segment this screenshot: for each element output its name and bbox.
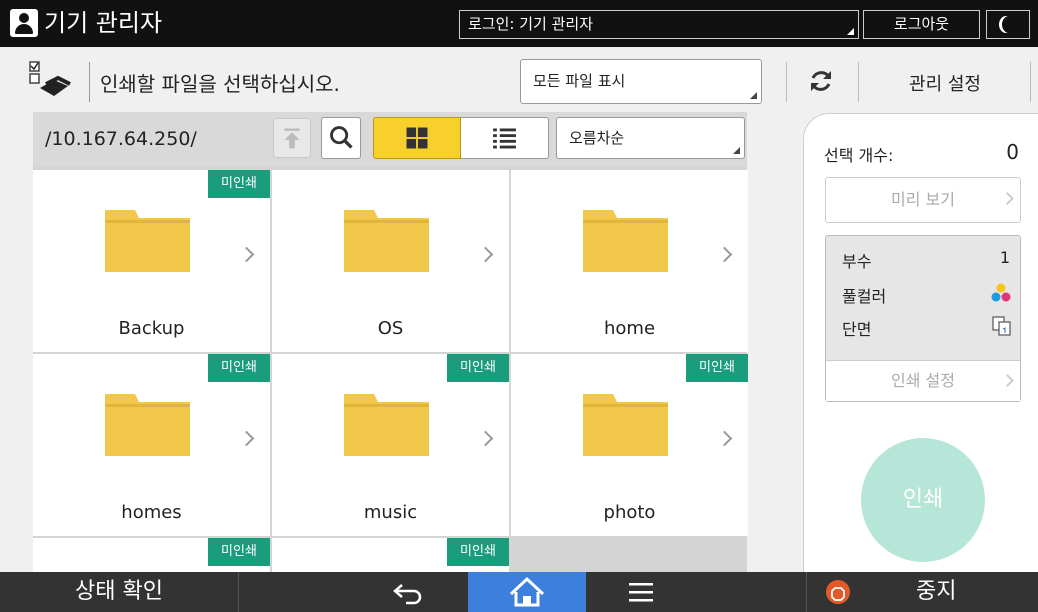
dropdown-corner-icon xyxy=(847,28,854,35)
chevron-right-icon xyxy=(1001,374,1014,387)
selected-count-value: 0 xyxy=(1006,140,1019,164)
header-divider xyxy=(786,62,787,102)
folder-tile[interactable]: 미인쇄 xyxy=(272,538,509,574)
file-filter-value: 모든 파일 표시 xyxy=(533,72,626,90)
folder-tile[interactable]: OS xyxy=(272,170,509,352)
chevron-right-icon[interactable] xyxy=(716,246,733,263)
duplex-label: 단면 xyxy=(842,320,872,339)
unprinted-badge: 미인쇄 xyxy=(686,354,748,382)
bottom-divider xyxy=(238,572,239,612)
unprinted-badge: 미인쇄 xyxy=(208,538,270,566)
bottom-bar: 상태 확인 중지 xyxy=(0,572,1038,612)
stop-icon xyxy=(826,580,850,604)
folder-icon xyxy=(105,206,190,272)
dropdown-corner-icon xyxy=(750,92,757,99)
grid-view-button[interactable] xyxy=(373,117,461,159)
sort-order-value: 오름차순 xyxy=(569,129,625,147)
night-mode-button[interactable] xyxy=(986,10,1030,39)
top-bar: 기기 관리자 로그인: 기기 관리자 로그아웃 xyxy=(0,0,1038,47)
chevron-right-icon[interactable] xyxy=(716,430,733,447)
print-file-app-icon xyxy=(29,61,71,96)
color-mode-label: 풀컬러 xyxy=(842,287,887,306)
stop-button[interactable]: 중지 xyxy=(806,572,1038,612)
print-button[interactable]: 인쇄 xyxy=(861,438,985,562)
header-divider xyxy=(89,62,90,102)
unprinted-badge: 미인쇄 xyxy=(208,354,270,382)
folder-icon xyxy=(105,390,190,456)
folder-tile[interactable]: 미인쇄 photo xyxy=(511,354,748,536)
selected-count-label: 선택 개수: xyxy=(824,146,894,165)
folder-tile[interactable]: 미인쇄 homes xyxy=(33,354,270,536)
unprinted-badge: 미인쇄 xyxy=(208,170,270,198)
status-check-button[interactable]: 상태 확인 xyxy=(0,572,238,612)
folder-tile[interactable]: 미인쇄 music xyxy=(272,354,509,536)
folder-name: Backup xyxy=(118,318,185,339)
print-side-panel: 선택 개수: 0 미리 보기 부수 1 풀컬러 단면 인쇄 설정 인쇄 xyxy=(803,113,1038,583)
full-color-icon xyxy=(991,283,1011,302)
single-sided-icon xyxy=(992,316,1011,336)
instruction-text: 인쇄할 파일을 선택하십시오. xyxy=(100,72,340,96)
folder-icon xyxy=(583,206,668,272)
folder-name: music xyxy=(363,502,418,523)
back-icon[interactable] xyxy=(350,572,468,612)
folder-icon xyxy=(583,390,668,456)
print-options-box: 부수 1 풀컬러 단면 인쇄 설정 xyxy=(825,235,1021,402)
header-divider xyxy=(1030,62,1031,102)
menu-icon[interactable] xyxy=(586,572,704,612)
folder-name: OS xyxy=(377,318,404,339)
folder-name: homes xyxy=(121,502,182,523)
copies-value: 1 xyxy=(999,248,1010,267)
folder-name: home xyxy=(603,318,656,339)
chevron-right-icon[interactable] xyxy=(477,430,494,447)
folder-tile[interactable]: 미인쇄 xyxy=(33,538,270,574)
preview-button[interactable]: 미리 보기 xyxy=(825,177,1021,223)
unprinted-badge: 미인쇄 xyxy=(447,538,509,566)
stop-label: 중지 xyxy=(916,579,957,604)
print-settings-label: 인쇄 설정 xyxy=(891,371,955,390)
login-status[interactable]: 로그인: 기기 관리자 xyxy=(459,10,859,39)
logout-button[interactable]: 로그아웃 xyxy=(863,10,980,39)
path-bar: /10.167.64.250/ 오름차순 xyxy=(33,112,747,167)
folder-tile[interactable]: home xyxy=(511,170,748,352)
preview-label: 미리 보기 xyxy=(891,190,955,209)
chevron-right-icon[interactable] xyxy=(238,430,255,447)
user-icon xyxy=(10,9,38,37)
file-filter-select[interactable]: 모든 파일 표시 xyxy=(520,59,762,104)
login-status-label: 로그인: 기기 관리자 xyxy=(468,15,593,33)
search-icon[interactable] xyxy=(321,117,361,159)
refresh-icon[interactable] xyxy=(806,66,836,96)
print-settings-button[interactable]: 인쇄 설정 xyxy=(826,360,1020,401)
current-path: /10.167.64.250/ xyxy=(45,128,197,150)
folder-icon xyxy=(344,390,429,456)
admin-settings-button[interactable]: 관리 설정 xyxy=(870,70,1020,96)
folder-icon xyxy=(344,206,429,272)
file-browser: /10.167.64.250/ 오름차순 미인쇄 Backup OS home 미인쇄 h… xyxy=(33,112,748,574)
chevron-right-icon xyxy=(1001,192,1014,205)
user-title: 기기 관리자 xyxy=(44,9,163,37)
parent-folder-button[interactable] xyxy=(273,118,311,158)
header-divider xyxy=(858,62,859,102)
unprinted-badge: 미인쇄 xyxy=(447,354,509,382)
folder-name: photo xyxy=(603,502,656,523)
sort-order-select[interactable]: 오름차순 xyxy=(556,117,745,159)
chevron-right-icon[interactable] xyxy=(238,246,255,263)
moon-icon xyxy=(1002,16,1016,33)
copies-label: 부수 xyxy=(842,252,872,271)
list-view-button[interactable] xyxy=(461,117,549,159)
home-icon[interactable] xyxy=(468,572,586,612)
dropdown-corner-icon xyxy=(733,147,740,154)
chevron-right-icon[interactable] xyxy=(477,246,494,263)
folder-tile[interactable]: 미인쇄 Backup xyxy=(33,170,270,352)
